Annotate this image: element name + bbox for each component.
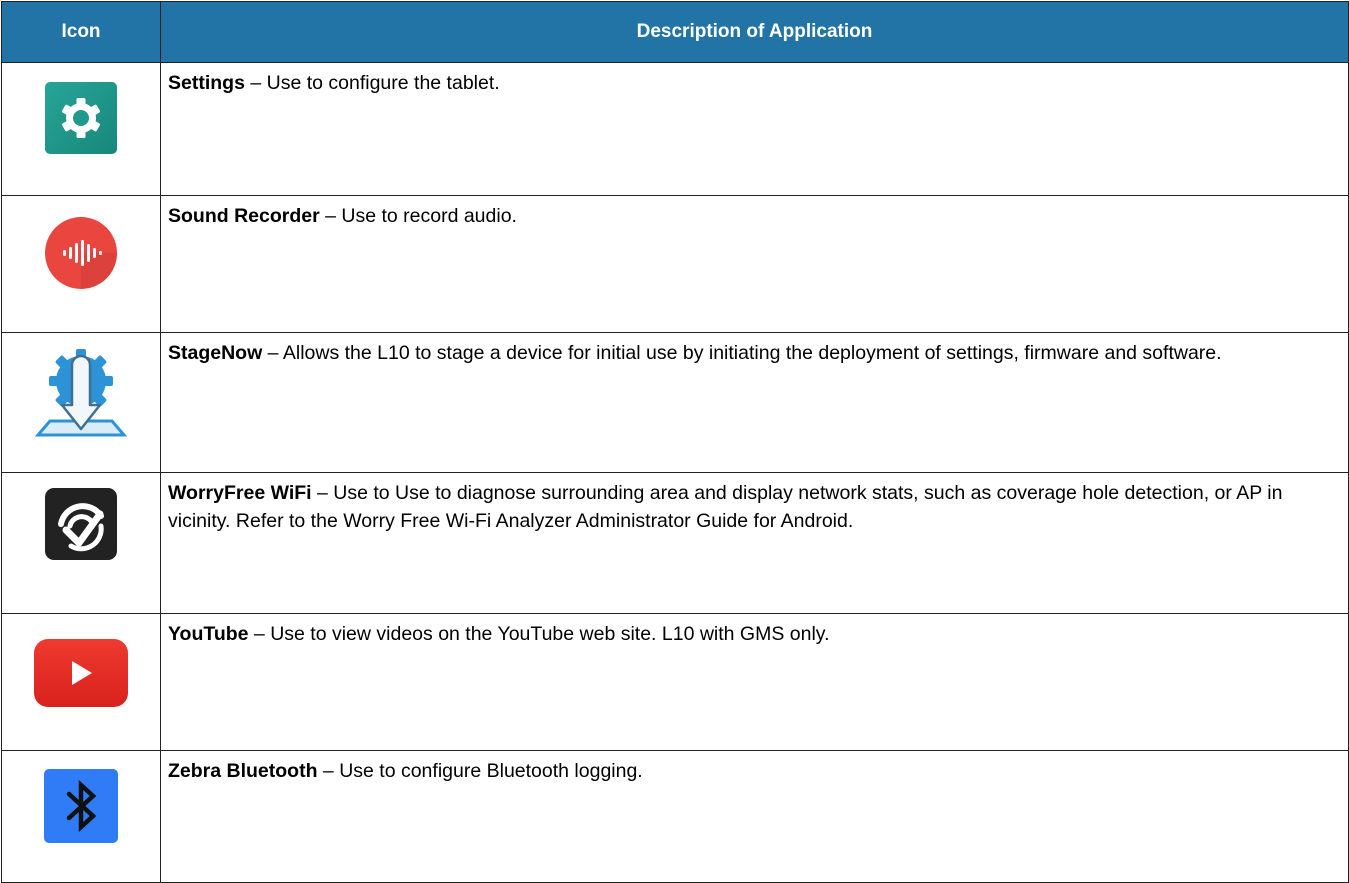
settings-gear-icon [43, 80, 119, 156]
separator: – [248, 623, 271, 645]
table-row: Settings – Use to configure the tablet. [1, 62, 1349, 196]
description-cell: WorryFree WiFi – Use to Use to diagnose … [160, 472, 1349, 614]
separator: – [317, 760, 340, 782]
separator: – [262, 342, 283, 364]
app-name: Zebra Bluetooth [168, 760, 318, 782]
app-description: Use to configure the tablet. [266, 72, 500, 94]
table-row: Zebra Bluetooth – Use to configure Bluet… [1, 750, 1349, 883]
sound-recorder-waveform-icon [41, 213, 121, 293]
icon-cell [1, 195, 161, 333]
app-name: StageNow [168, 342, 263, 364]
app-name: Settings [168, 72, 245, 94]
app-description: Allows the L10 to stage a device for ini… [282, 342, 1222, 364]
app-name: WorryFree WiFi [168, 482, 312, 504]
description-cell: Sound Recorder – Use to record audio. [160, 195, 1349, 333]
worryfree-wifi-check-icon [43, 486, 119, 562]
header-icon: Icon [1, 1, 161, 63]
icon-cell [1, 472, 161, 614]
app-description: Use to record audio. [341, 205, 517, 227]
table-row: Sound Recorder – Use to record audio. [1, 195, 1349, 333]
app-description: Use to configure Bluetooth logging. [339, 760, 643, 782]
header-description: Description of Application [160, 1, 1349, 63]
table-header-row: Icon Description of Application [1, 1, 1349, 63]
icon-cell [1, 613, 161, 751]
app-name: Sound Recorder [168, 205, 320, 227]
app-name: YouTube [168, 623, 249, 645]
applications-table: Icon Description of Application Settings… [1, 1, 1349, 883]
description-cell: Settings – Use to configure the tablet. [160, 62, 1349, 196]
bluetooth-icon [42, 767, 120, 845]
separator: – [319, 205, 342, 227]
separator: – [311, 482, 334, 504]
description-cell: YouTube – Use to view videos on the YouT… [160, 613, 1349, 751]
youtube-play-icon [32, 637, 130, 709]
app-description: Use to Use to diagnose surrounding area … [168, 482, 1283, 532]
icon-cell [1, 62, 161, 196]
table-row: WorryFree WiFi – Use to Use to diagnose … [1, 472, 1349, 614]
stagenow-download-gear-icon [28, 343, 134, 443]
icon-cell [1, 750, 161, 883]
icon-cell [1, 332, 161, 473]
table-row: StageNow – Allows the L10 to stage a dev… [1, 332, 1349, 473]
description-cell: StageNow – Allows the L10 to stage a dev… [160, 332, 1349, 473]
separator: – [244, 72, 267, 94]
description-cell: Zebra Bluetooth – Use to configure Bluet… [160, 750, 1349, 883]
table-row: YouTube – Use to view videos on the YouT… [1, 613, 1349, 751]
app-description: Use to view videos on the YouTube web si… [270, 623, 830, 645]
